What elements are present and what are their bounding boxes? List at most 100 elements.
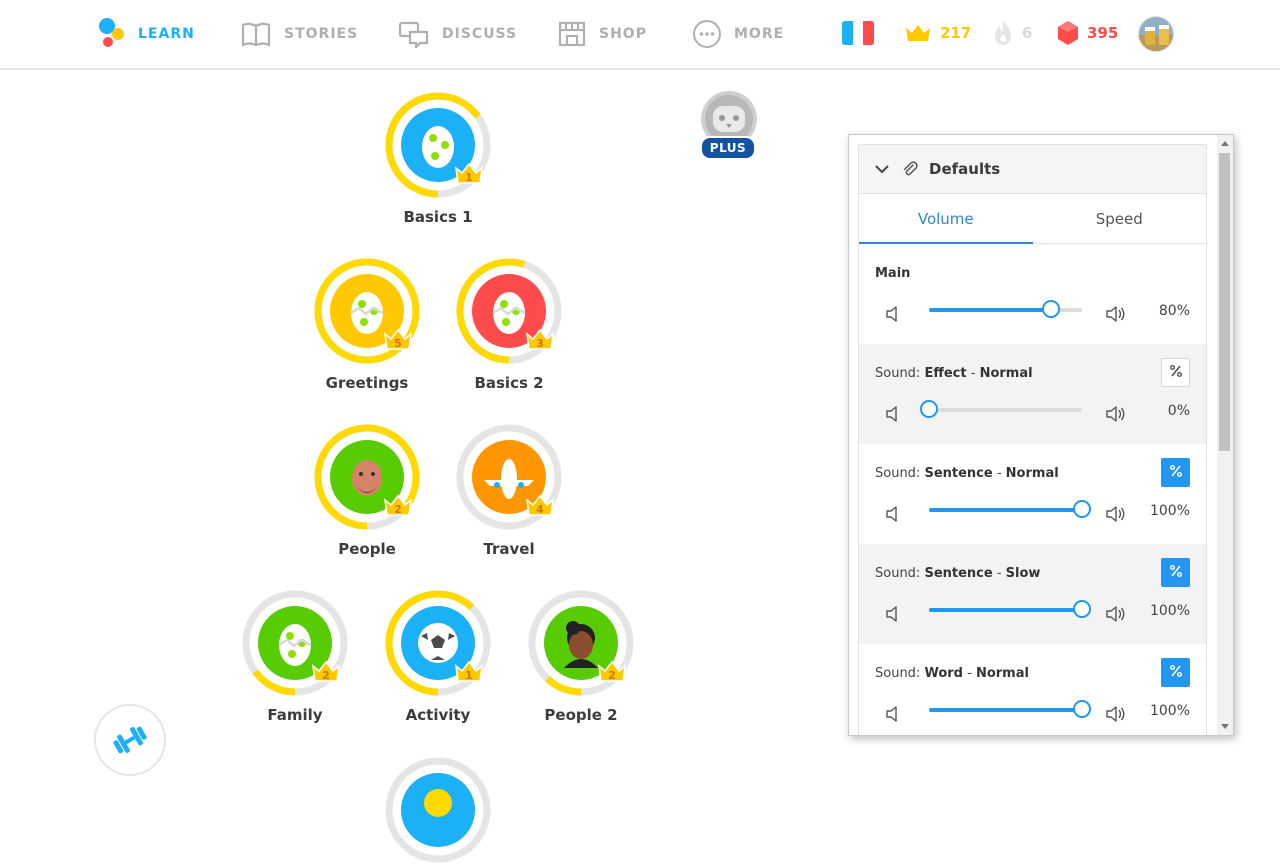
skill-ring: 1 [385,92,491,198]
plus-badge[interactable]: PLUS [700,90,758,162]
nav-discuss[interactable]: DISCUSS [398,14,517,54]
row-separator: - [962,666,976,681]
cracked-egg-icon [278,624,312,666]
panel-scrollbar[interactable] [1217,135,1233,735]
volume-value: 100% [1149,703,1190,719]
crown-level: 3 [536,337,544,350]
slider-fill [929,508,1082,512]
percent-toggle-button[interactable] [1161,658,1190,687]
skill-ring: 4 [456,424,562,530]
percent-icon [1169,563,1183,582]
skill-ring: 2 [528,590,634,696]
row-mode: Normal [1005,466,1059,481]
skill-travel[interactable]: 4 Travel [439,422,579,558]
skill-basics-1[interactable]: 1 Basics 1 [368,90,508,226]
volume-slider[interactable] [929,600,1091,618]
nav-learn[interactable]: LEARN [98,14,195,54]
learn-icon [99,18,124,47]
row-channel: Effect [924,366,967,381]
row-separator: - [992,566,1006,581]
row-separator: - [992,466,1006,481]
volume-slider[interactable] [920,400,1082,418]
volume-low-icon[interactable] [885,504,909,528]
nav-more[interactable]: MORE [692,14,784,54]
skill-greetings[interactable]: 5 Greetings [297,256,437,392]
tab-volume[interactable]: Volume [859,194,1033,244]
percent-icon [1169,463,1183,482]
slider-thumb[interactable] [1073,500,1091,518]
tab-speed[interactable]: Speed [1033,194,1207,243]
skill-activity[interactable]: 1 Activity [368,588,508,724]
cracked-egg-icon [492,292,526,334]
volume-row-title: Main [875,266,910,281]
slider-thumb[interactable] [1042,300,1061,318]
skill-next-partial[interactable] [368,755,508,865]
scrollbar-thumb[interactable] [1219,153,1230,451]
percent-toggle-button[interactable] [1161,558,1190,587]
volume-low-icon[interactable] [885,404,909,428]
volume-row: Main 80% [859,244,1206,344]
plus-label: PLUS [700,136,756,160]
volume-slider[interactable] [929,700,1091,718]
volume-high-icon[interactable] [1105,304,1129,328]
skill-ring: 2 [242,590,348,696]
chevron-down-icon[interactable] [873,160,891,178]
scroll-up-arrow[interactable] [1221,141,1229,146]
crown-level: 5 [394,337,402,350]
nav-stories[interactable]: STORIES [240,14,358,54]
cracked-egg-icon [350,292,384,334]
percent-toggle-button[interactable] [1161,358,1190,387]
practice-button[interactable] [94,704,166,776]
volume-high-icon[interactable] [1105,404,1129,428]
volume-high-icon[interactable] [1105,604,1129,628]
volume-slider[interactable] [929,300,1082,318]
volume-row-title: Sound: Word - Normal [875,666,1029,681]
panel-title: Defaults [929,160,1001,178]
volume-high-icon[interactable] [1105,504,1129,528]
skill-label: Basics 1 [403,208,473,226]
crowns-counter[interactable]: 217 [904,18,971,48]
percent-toggle-button[interactable] [1161,458,1190,487]
volume-value: 80% [1158,303,1190,319]
skill-ring [385,757,491,863]
language-selector[interactable] [841,18,875,48]
slider-thumb[interactable] [1073,600,1091,618]
top-navigation-bar: LEARN STORIES DISCUSS SHOP MORE 217 6 39… [0,0,1280,70]
nav-learn-label: LEARN [138,26,195,42]
crown-level: 1 [465,171,473,184]
row-channel: Sentence [924,466,993,481]
gems-counter[interactable]: 395 [1057,18,1118,48]
slider-thumb[interactable] [920,400,938,418]
volume-slider[interactable] [929,500,1091,518]
volume-row: Sound: Sentence - Normal 100% [859,444,1206,544]
more-icon [693,20,721,48]
slider-thumb[interactable] [1073,700,1091,718]
volume-low-icon[interactable] [885,704,909,728]
volume-row-title: Sound: Sentence - Slow [875,566,1040,581]
streak-counter[interactable]: 6 [992,18,1032,48]
crown-level: 2 [322,669,330,682]
book-icon [241,22,271,47]
slider-fill [929,308,1052,312]
row-mode: Normal [979,366,1033,381]
skill-people-2[interactable]: 2 People 2 [511,588,651,724]
volume-low-icon[interactable] [885,304,909,328]
audio-settings-card: Defaults Volume Speed Main 80% Sound: Effe… [858,144,1207,735]
shop-icon [558,21,586,47]
panel-header[interactable]: Defaults [859,145,1206,194]
skill-people[interactable]: 2 People [297,422,437,558]
volume-row-title: Sound: Sentence - Normal [875,466,1059,481]
percent-icon [1169,663,1183,682]
volume-low-icon[interactable] [885,604,909,628]
scroll-down-arrow[interactable] [1221,724,1229,729]
row-channel: Main [875,266,911,281]
row-prefix: Sound: [875,566,925,581]
row-mode: Normal [975,666,1029,681]
skill-label: People 2 [544,706,618,724]
volume-high-icon[interactable] [1105,704,1129,728]
skill-family[interactable]: 2 Family [225,588,365,724]
nav-shop[interactable]: SHOP [557,14,647,54]
skill-label: Greetings [325,374,409,392]
profile-avatar[interactable] [1138,16,1174,52]
skill-basics-2[interactable]: 3 Basics 2 [439,256,579,392]
